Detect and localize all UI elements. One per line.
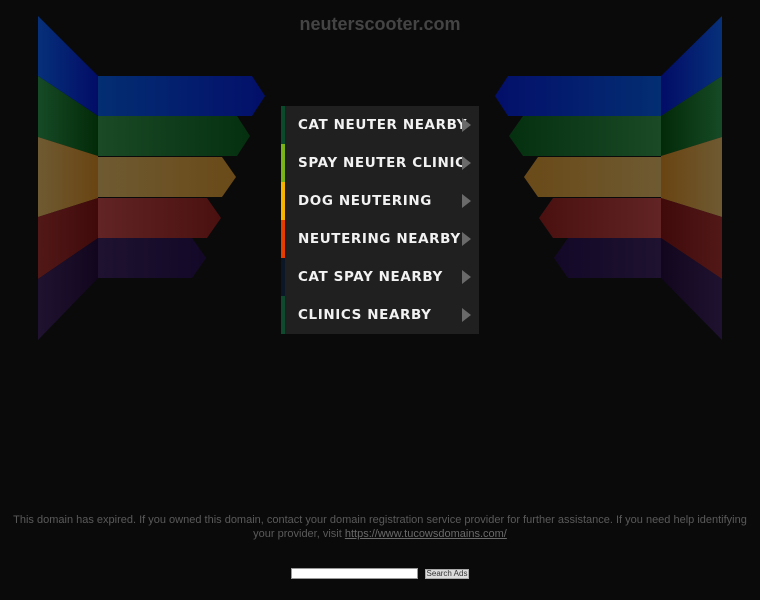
menu-item-label: CAT SPAY NEARBY: [298, 269, 443, 285]
menu-item-accent-bar: [281, 182, 285, 220]
menu-item-accent-bar: [281, 220, 285, 258]
left-arrow-purple: [98, 238, 206, 278]
menu-item-accent-bar: [281, 144, 285, 182]
menu-item-neutering-nearby[interactable]: NEUTERING NEARBY: [281, 220, 479, 258]
left-arrow-blue: [98, 76, 265, 116]
menu-item-accent-bar: [281, 258, 285, 296]
right-arrow-red: [539, 198, 661, 238]
left-arrow-green: [98, 116, 250, 156]
menu-item-clinics-nearby[interactable]: CLINICS NEARBY: [281, 296, 479, 334]
right-arrow-purple: [554, 238, 661, 278]
right-arrow-blue: [495, 76, 661, 116]
left-arrow-orange: [98, 157, 236, 197]
menu-item-label: CLINICS NEARBY: [298, 307, 432, 323]
expired-domain-notice: This domain has expired. If you owned th…: [8, 513, 752, 541]
right-arrow-orange: [524, 157, 661, 197]
arrow-right-icon: [462, 270, 471, 284]
search-ads-button[interactable]: Search Ads: [425, 569, 469, 579]
menu-item-label: NEUTERING NEARBY: [298, 231, 461, 247]
related-links-menu: CAT NEUTER NEARBY SPAY NEUTER CLINIC DOG…: [281, 106, 479, 334]
arrow-right-icon: [462, 156, 471, 170]
menu-item-accent-bar: [281, 296, 285, 334]
left-arrow-red: [98, 198, 221, 238]
menu-item-label: DOG NEUTERING: [298, 193, 432, 209]
arrow-right-icon: [462, 194, 471, 208]
menu-item-spay-neuter-clinic[interactable]: SPAY NEUTER CLINIC: [281, 144, 479, 182]
search-input[interactable]: [291, 568, 418, 579]
arrow-right-icon: [462, 232, 471, 246]
menu-item-cat-neuter-nearby[interactable]: CAT NEUTER NEARBY: [281, 106, 479, 144]
menu-item-label: CAT NEUTER NEARBY: [298, 117, 468, 133]
arrow-right-icon: [462, 118, 471, 132]
tucows-domains-link[interactable]: https://www.tucowsdomains.com/: [345, 528, 507, 540]
menu-item-label: SPAY NEUTER CLINIC: [298, 155, 466, 171]
menu-item-accent-bar: [281, 106, 285, 144]
right-arrow-green: [509, 116, 661, 156]
menu-item-dog-neutering[interactable]: DOG NEUTERING: [281, 182, 479, 220]
arrow-right-icon: [462, 308, 471, 322]
menu-item-cat-spay-nearby[interactable]: CAT SPAY NEARBY: [281, 258, 479, 296]
